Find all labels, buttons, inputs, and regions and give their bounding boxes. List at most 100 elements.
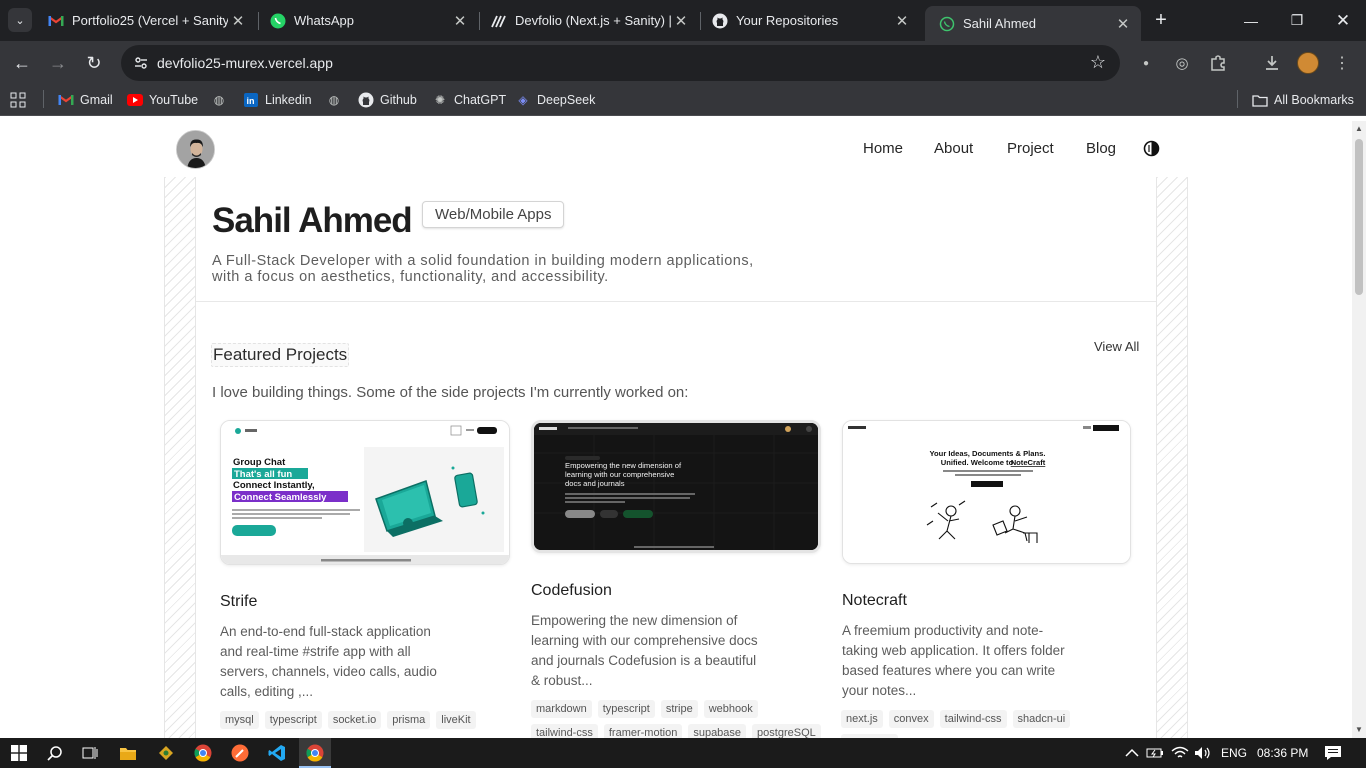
bookmark-gmail[interactable]: Gmail xyxy=(58,92,113,108)
postman-icon[interactable] xyxy=(230,743,250,763)
browser-tab-bar: ⌄ Portfolio25 (Vercel + Sanity) | ✕ What… xyxy=(0,0,1366,41)
minimize-icon[interactable]: — xyxy=(1228,0,1274,41)
close-icon[interactable]: ✕ xyxy=(671,11,691,31)
preview-line: Your Ideas, Documents & Plans. xyxy=(930,449,1046,458)
profile-avatar[interactable] xyxy=(1297,52,1319,74)
battery-icon[interactable] xyxy=(1145,743,1165,763)
url-text[interactable]: devfolio25-murex.vercel.app xyxy=(157,55,333,71)
scrollbar-thumb[interactable] xyxy=(1355,139,1363,295)
globe-icon[interactable]: ◍ xyxy=(326,92,348,108)
close-window-icon[interactable]: ✕ xyxy=(1320,0,1366,41)
nav-blog[interactable]: Blog xyxy=(1086,140,1116,157)
featured-projects-title: Featured Projects xyxy=(211,343,350,367)
scroll-up-arrow-icon[interactable]: ▲ xyxy=(1355,125,1363,133)
preview-line: Group Chat xyxy=(233,457,286,468)
left-pattern-border xyxy=(164,177,196,738)
forward-icon[interactable]: → xyxy=(45,50,71,76)
volume-icon[interactable] xyxy=(1193,743,1213,763)
project-title[interactable]: Codefusion xyxy=(531,582,612,600)
scroll-down-arrow-icon[interactable]: ▼ xyxy=(1355,726,1363,734)
apps-icon[interactable] xyxy=(10,92,32,108)
chrome-icon[interactable] xyxy=(305,743,325,763)
project-tags: mysql typescript socket.io prisma liveKi… xyxy=(220,711,510,729)
tab-title: Portfolio25 (Vercel + Sanity) | xyxy=(72,13,228,28)
tab-whatsapp[interactable]: WhatsApp ✕ xyxy=(256,0,478,41)
tech-tag: mysql xyxy=(220,711,259,729)
close-icon[interactable]: ✕ xyxy=(1113,14,1133,34)
close-icon[interactable]: ✕ xyxy=(892,11,912,31)
bookmark-github[interactable]: Github xyxy=(358,92,417,108)
windows-start-icon[interactable] xyxy=(9,743,29,763)
tech-tag: framer-motion xyxy=(603,724,683,738)
preview-line: docs and journals xyxy=(565,479,625,488)
site-icon xyxy=(939,16,955,32)
github-icon xyxy=(358,92,374,108)
tech-tag: markdown xyxy=(531,700,592,718)
bookmark-youtube[interactable]: YouTube xyxy=(127,92,198,108)
tech-tag: supabase xyxy=(688,724,747,738)
site-info-icon[interactable] xyxy=(133,55,149,71)
bookmark-chatgpt[interactable]: ✺ ChatGPT xyxy=(432,92,506,108)
globe-icon[interactable]: ◍ xyxy=(211,92,233,108)
tech-tag: convex xyxy=(888,710,934,728)
tab-title: Devfolio (Next.js + Sanity) | s xyxy=(515,13,671,28)
record-icon[interactable]: ◎ xyxy=(1172,53,1192,73)
nav-about[interactable]: About xyxy=(934,140,973,157)
search-icon[interactable] xyxy=(45,743,65,763)
notifications-icon[interactable] xyxy=(1323,743,1343,763)
tech-tag: stripe xyxy=(660,700,698,718)
site-header: Home About Project Blog xyxy=(0,121,1352,177)
tab-devfolio[interactable]: Devfolio (Next.js + Sanity) | s ✕ xyxy=(477,0,699,41)
project-title[interactable]: Notecraft xyxy=(842,592,907,610)
chrome-icon[interactable] xyxy=(193,743,213,763)
sourcetree-icon[interactable] xyxy=(156,743,176,763)
tech-tag: next.js xyxy=(841,710,883,728)
chevron-up-icon[interactable] xyxy=(1122,743,1142,763)
codefusion-preview-image[interactable]: Empowering the new dimension of learning… xyxy=(531,420,821,553)
theme-toggle-icon[interactable] xyxy=(1143,140,1160,157)
preview-line: learning with our comprehensive xyxy=(565,470,674,479)
nav-home[interactable]: Home xyxy=(863,140,903,157)
page-scrollbar[interactable]: ▲ ▼ xyxy=(1352,121,1366,738)
preview-line: NoteCraft xyxy=(1011,458,1046,467)
extensions-icon[interactable] xyxy=(1208,53,1228,73)
folder-icon xyxy=(1252,92,1268,108)
tech-tag: prisma xyxy=(387,711,431,729)
download-icon[interactable] xyxy=(1262,53,1282,73)
nav-project[interactable]: Project xyxy=(1007,140,1054,157)
restore-icon[interactable]: ❐ xyxy=(1274,0,1320,41)
tab-search-button[interactable]: ⌄ xyxy=(8,8,32,32)
bookmark-linkedin[interactable]: in Linkedin xyxy=(243,92,312,108)
avatar[interactable] xyxy=(176,130,215,169)
tab-repositories[interactable]: Your Repositories ✕ xyxy=(698,0,920,41)
address-bar[interactable]: devfolio25-murex.vercel.app ☆ xyxy=(121,45,1120,81)
bookmark-deepseek[interactable]: ◈ DeepSeek xyxy=(515,92,595,108)
back-icon[interactable]: ← xyxy=(9,50,35,76)
notecraft-preview-image[interactable]: Your Ideas, Documents & Plans. Unified. … xyxy=(842,420,1131,564)
windows-taskbar: ENG 08:36 PM xyxy=(0,738,1366,768)
clock[interactable]: 08:36 PM xyxy=(1257,746,1308,760)
tech-tag: tailwind-css xyxy=(939,710,1007,728)
tab-sahil-ahmed[interactable]: Sahil Ahmed ✕ xyxy=(925,6,1141,41)
wifi-icon[interactable] xyxy=(1170,743,1190,763)
tab-portfolio[interactable]: Portfolio25 (Vercel + Sanity) | ✕ xyxy=(34,0,256,41)
youtube-icon xyxy=(127,92,143,108)
task-view-icon[interactable] xyxy=(80,743,100,763)
vscode-icon[interactable] xyxy=(267,743,287,763)
new-tab-button[interactable]: + xyxy=(1151,10,1171,30)
close-icon[interactable]: ✕ xyxy=(450,11,470,31)
section-divider xyxy=(196,301,1156,302)
bookmark-divider xyxy=(43,90,44,108)
more-menu-icon[interactable]: ⋮ xyxy=(1332,53,1352,73)
project-title[interactable]: Strife xyxy=(220,593,257,611)
preview-line: That's all fun xyxy=(234,469,292,480)
all-bookmarks[interactable]: All Bookmarks xyxy=(1252,92,1354,108)
language-indicator[interactable]: ENG xyxy=(1221,746,1247,760)
view-all-link[interactable]: View All xyxy=(1094,339,1139,354)
close-icon[interactable]: ✕ xyxy=(228,11,248,31)
extension-dot-icon[interactable]: ● xyxy=(1136,53,1156,73)
file-explorer-icon[interactable] xyxy=(118,743,138,763)
reload-icon[interactable]: ↻ xyxy=(81,50,107,76)
strife-preview-image[interactable]: Group Chat That's all fun Connect Instan… xyxy=(220,420,510,565)
bookmark-star-icon[interactable]: ☆ xyxy=(1090,52,1106,73)
